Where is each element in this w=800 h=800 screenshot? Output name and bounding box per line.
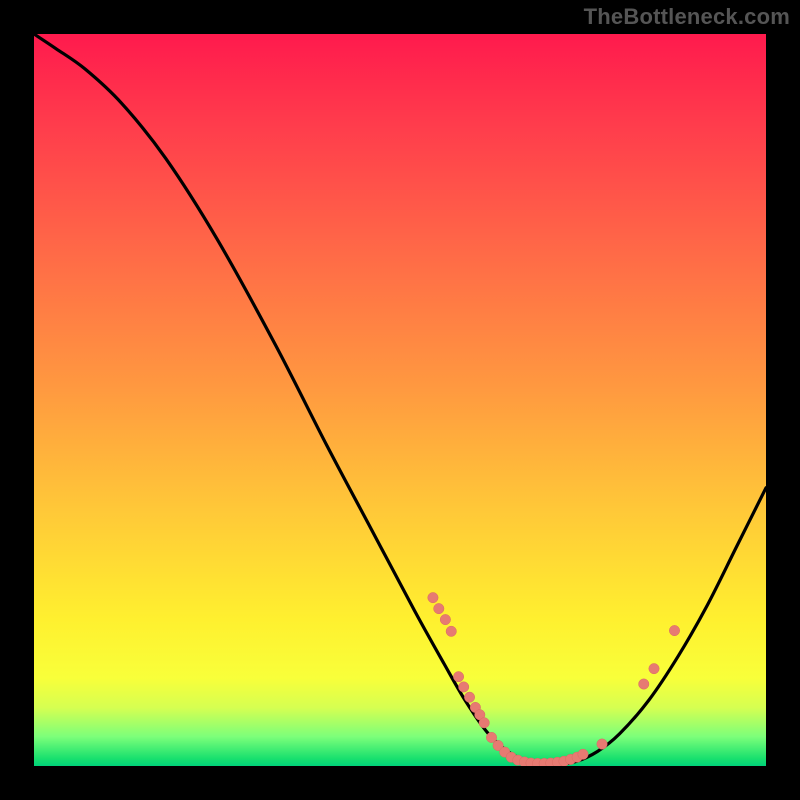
- data-point: [453, 672, 463, 682]
- data-point: [464, 692, 474, 702]
- data-point: [597, 739, 607, 749]
- chart-svg: [34, 34, 766, 766]
- data-point: [669, 625, 679, 635]
- data-point: [649, 663, 659, 673]
- chart-frame: TheBottleneck.com: [0, 0, 800, 800]
- bottleneck-curve: [34, 34, 766, 765]
- highlight-points-group: [428, 592, 680, 766]
- data-point: [578, 749, 588, 759]
- watermark-text: TheBottleneck.com: [584, 4, 790, 30]
- data-point: [440, 614, 450, 624]
- plot-area: [34, 34, 766, 766]
- data-point: [639, 679, 649, 689]
- data-point: [479, 718, 489, 728]
- data-point: [434, 603, 444, 613]
- data-point: [446, 626, 456, 636]
- data-point: [458, 682, 468, 692]
- data-point: [428, 592, 438, 602]
